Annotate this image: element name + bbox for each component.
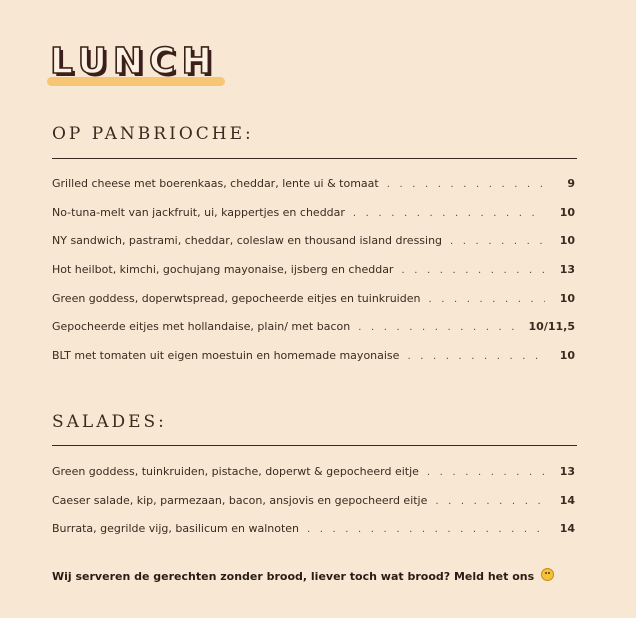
bread-note-text: Wij serveren de gerechten zonder brood, … xyxy=(52,570,535,583)
page-title-block: LUNCH xyxy=(47,40,225,86)
menu-item: NY sandwich, pastrami, cheddar, coleslaw… xyxy=(52,234,575,263)
bread-note: Wij serveren de gerechten zonder brood, … xyxy=(52,568,554,583)
dot-leader xyxy=(435,496,545,507)
menu-item-name: Green goddess, doperwtspread, gepocheerd… xyxy=(52,291,421,305)
dot-leader xyxy=(428,294,545,305)
menu-item-name: Hot heilbot, kimchi, gochujang mayonaise… xyxy=(52,263,394,277)
menu-item-name: Burrata, gegrilde vijg, basilicum en wal… xyxy=(52,522,300,536)
menu-item-name: NY sandwich, pastrami, cheddar, coleslaw… xyxy=(52,234,443,248)
menu-list-panbrioche: Grilled cheese met boerenkaas, cheddar, … xyxy=(52,177,575,378)
menu-item-price: 10 xyxy=(559,205,575,219)
dot-leader xyxy=(358,322,524,333)
menu-item-price: 10 xyxy=(559,349,575,363)
dot-leader xyxy=(307,524,545,535)
menu-item-price: 10 xyxy=(559,291,575,305)
menu-item: Caeser salade, kip, parmezaan, bacon, an… xyxy=(52,494,575,523)
menu-item: Gepocheerde eitjes met hollandaise, plai… xyxy=(52,320,575,349)
menu-item-price: 14 xyxy=(559,493,575,507)
menu-item: Hot heilbot, kimchi, gochujang mayonaise… xyxy=(52,263,575,292)
menu-item: Grilled cheese met boerenkaas, cheddar, … xyxy=(52,177,575,206)
section-heading-salades: SALADES: xyxy=(52,412,167,432)
dot-leader xyxy=(427,467,545,478)
menu-item-price: 13 xyxy=(559,465,575,478)
menu-item-price: 13 xyxy=(559,263,575,277)
dot-leader xyxy=(407,351,545,362)
menu-item-price: 14 xyxy=(559,522,575,536)
menu-item-price: 9 xyxy=(567,177,575,190)
dot-leader xyxy=(401,265,545,276)
dot-leader xyxy=(387,179,545,190)
dot-leader xyxy=(450,236,545,247)
menu-item: BLT met tomaten uit eigen moestuin en ho… xyxy=(52,349,575,378)
menu-item: Burrata, gegrilde vijg, basilicum en wal… xyxy=(52,522,575,551)
section-divider xyxy=(52,158,577,159)
menu-list-salades: Green goddess, tuinkruiden, pistache, do… xyxy=(52,465,575,551)
menu-item: Green goddess, doperwtspread, gepocheerd… xyxy=(52,292,575,321)
menu-item: Green goddess, tuinkruiden, pistache, do… xyxy=(52,465,575,494)
menu-item-price: 10/11,5 xyxy=(528,320,575,334)
menu-item-name: Grilled cheese met boerenkaas, cheddar, … xyxy=(52,177,379,190)
smiley-emoji-icon xyxy=(541,568,554,581)
menu-item-name: Gepocheerde eitjes met hollandaise, plai… xyxy=(52,320,351,334)
menu-item: No-tuna-melt van jackfruit, ui, kappertj… xyxy=(52,206,575,235)
menu-item-name: Caeser salade, kip, parmezaan, bacon, an… xyxy=(52,493,428,507)
page-title: LUNCH xyxy=(49,40,218,83)
dot-leader xyxy=(353,208,545,219)
menu-item-name: No-tuna-melt van jackfruit, ui, kappertj… xyxy=(52,205,345,219)
menu-item-price: 10 xyxy=(559,234,575,248)
section-heading-panbrioche: OP PANBRIOCHE: xyxy=(52,124,254,144)
section-divider xyxy=(52,445,577,446)
menu-item-name: BLT met tomaten uit eigen moestuin en ho… xyxy=(52,349,400,363)
menu-item-name: Green goddess, tuinkruiden, pistache, do… xyxy=(52,465,419,478)
